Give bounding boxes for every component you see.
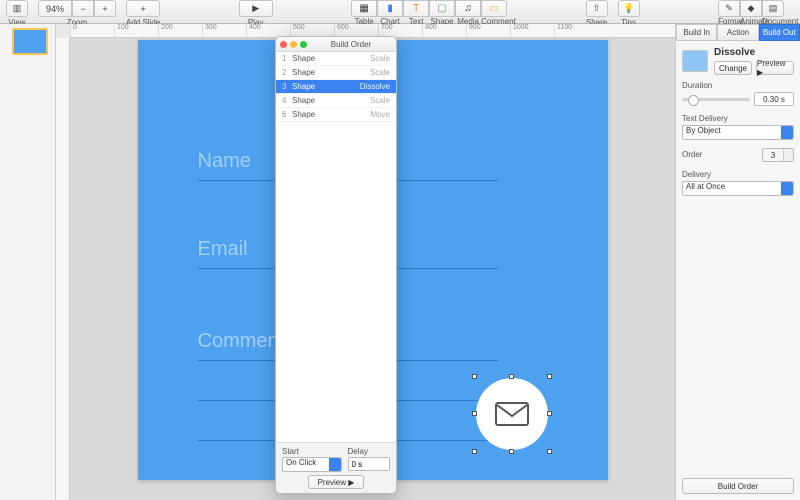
ruler-vertical bbox=[56, 38, 70, 500]
duration-label: Duration bbox=[682, 81, 794, 90]
chart-button[interactable]: ▮ bbox=[377, 0, 403, 17]
duration-slider[interactable] bbox=[682, 98, 750, 101]
document-icon: ▤ bbox=[769, 3, 778, 14]
delay-label: Delay bbox=[348, 447, 391, 456]
tab-build-out[interactable]: Build Out bbox=[759, 24, 800, 41]
close-icon[interactable] bbox=[280, 41, 287, 48]
build-order-list[interactable]: 1ShapeScale 2ShapeScale 3ShapeDissolve 4… bbox=[276, 52, 396, 442]
zoom-icon[interactable] bbox=[300, 41, 307, 48]
send-button-shape[interactable] bbox=[476, 378, 548, 450]
table-button[interactable]: ▦ bbox=[351, 0, 377, 17]
zoom-value[interactable]: 94% bbox=[38, 0, 72, 17]
window-title: Build Order bbox=[310, 40, 392, 49]
media-button[interactable]: ♫ bbox=[455, 0, 481, 17]
effect-swatch bbox=[682, 50, 708, 72]
order-label: Order bbox=[682, 150, 762, 159]
add-slide-button[interactable]: + bbox=[126, 0, 160, 17]
share-button[interactable]: ⇧ bbox=[586, 0, 608, 17]
format-button[interactable]: ✎ bbox=[718, 0, 740, 17]
effect-name: Dissolve bbox=[714, 47, 794, 58]
build-row[interactable]: 2ShapeScale bbox=[276, 66, 396, 80]
text-button[interactable]: T bbox=[403, 0, 429, 17]
zoom-in-button[interactable]: + bbox=[94, 0, 116, 17]
comment-icon: ▭ bbox=[489, 3, 498, 14]
inspector-panel: Build In Action Build Out Dissolve Chang… bbox=[675, 24, 800, 500]
tips-button[interactable]: 💡 bbox=[618, 0, 640, 17]
build-row[interactable]: 3ShapeDissolve bbox=[276, 80, 396, 94]
view-button[interactable]: ▥ bbox=[6, 0, 28, 17]
table-icon: ▦ bbox=[359, 3, 368, 14]
animate-button[interactable]: ◆ bbox=[740, 0, 762, 17]
zoom-out-button[interactable]: − bbox=[72, 0, 94, 17]
tab-action[interactable]: Action bbox=[717, 24, 758, 41]
duration-value[interactable]: 0.30 s bbox=[754, 92, 794, 106]
tab-build-in[interactable]: Build In bbox=[676, 24, 717, 41]
brush-icon: ✎ bbox=[725, 3, 733, 14]
text-delivery-label: Text Delivery bbox=[682, 114, 794, 123]
text-delivery-select[interactable]: By Object bbox=[682, 125, 794, 140]
shape-icon: ▢ bbox=[437, 3, 446, 14]
main-toolbar: ▥ View 94% − + Zoom + Add Slide ▶ Play ▦… bbox=[0, 0, 800, 24]
minimize-icon[interactable] bbox=[290, 41, 297, 48]
build-order-button[interactable]: Build Order bbox=[682, 478, 794, 494]
preview-button[interactable]: Preview ▶ bbox=[308, 475, 364, 489]
delivery-label: Delivery bbox=[682, 170, 794, 179]
build-row[interactable]: 6ShapeMove bbox=[276, 108, 396, 122]
insert-toolbar: ▦ ▮ T ▢ ♫ ▭ bbox=[351, 0, 507, 17]
shape-button[interactable]: ▢ bbox=[429, 0, 455, 17]
chart-icon: ▮ bbox=[387, 3, 393, 14]
preview-effect-button[interactable]: Preview ▶ bbox=[756, 61, 794, 75]
change-effect-button[interactable]: Change bbox=[714, 61, 752, 75]
animate-icon: ◆ bbox=[748, 3, 755, 14]
build-row[interactable]: 1ShapeScale bbox=[276, 52, 396, 66]
field-email-label[interactable]: Email bbox=[198, 238, 248, 261]
start-select[interactable]: On Click bbox=[282, 457, 342, 472]
start-label: Start bbox=[282, 447, 342, 456]
slide-navigator[interactable]: 1 bbox=[0, 24, 56, 500]
document-button[interactable]: ▤ bbox=[762, 0, 784, 17]
field-name-label[interactable]: Name bbox=[198, 150, 251, 173]
play-button[interactable]: ▶ bbox=[239, 0, 273, 17]
slide-thumbnail[interactable] bbox=[12, 28, 48, 55]
media-icon: ♫ bbox=[464, 3, 472, 14]
delay-input[interactable] bbox=[348, 457, 391, 471]
build-order-window[interactable]: Build Order 1ShapeScale 2ShapeScale 3Sha… bbox=[275, 36, 397, 494]
comment-button[interactable]: ▭ bbox=[481, 0, 507, 17]
window-titlebar[interactable]: Build Order bbox=[276, 37, 396, 52]
build-row[interactable]: 4ShapeScale bbox=[276, 94, 396, 108]
order-stepper[interactable]: 3 bbox=[762, 148, 794, 162]
envelope-icon bbox=[495, 402, 529, 426]
delivery-select[interactable]: All at Once bbox=[682, 181, 794, 196]
text-icon: T bbox=[413, 3, 419, 14]
